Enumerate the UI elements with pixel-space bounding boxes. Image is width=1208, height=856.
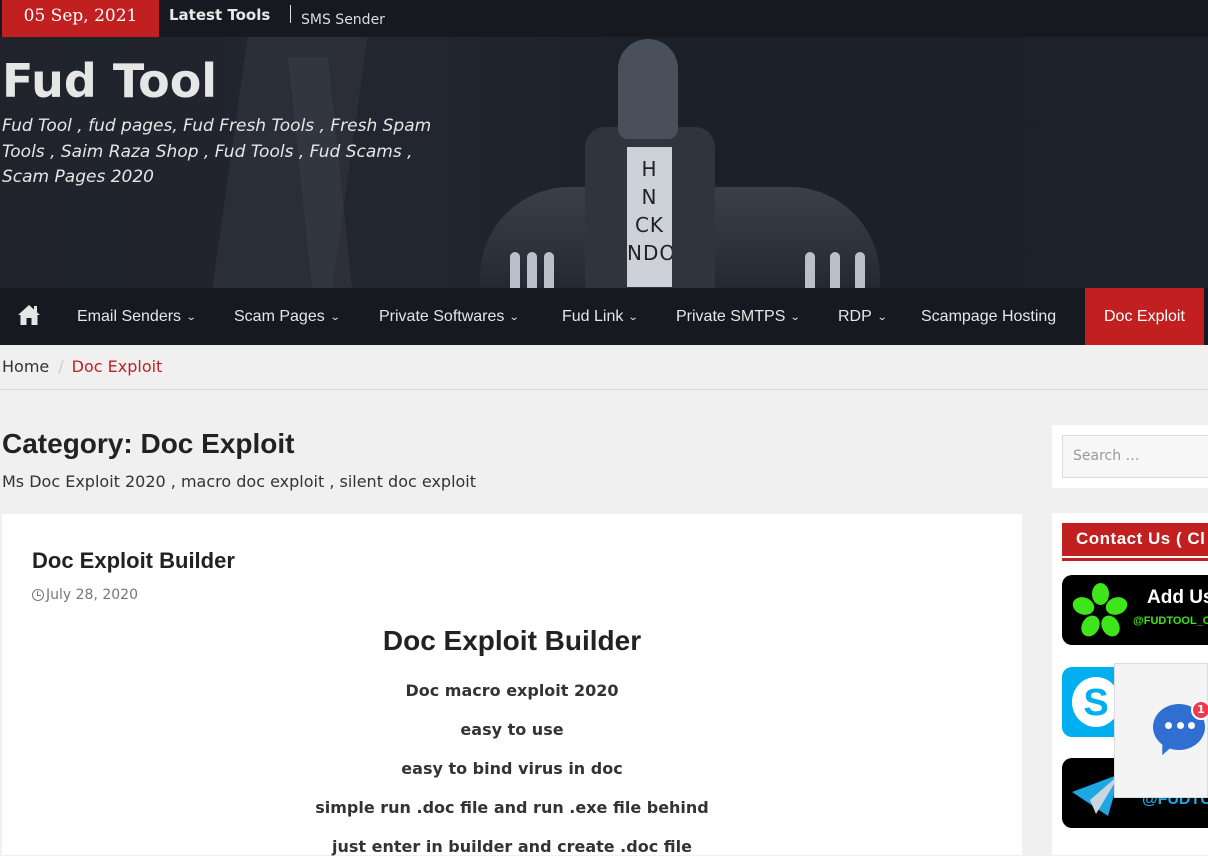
car-taillight xyxy=(805,252,815,288)
nav-item-email-senders[interactable]: Email Senders ⌄ xyxy=(77,288,197,345)
breadcrumb-separator: / xyxy=(58,357,64,376)
current-date: 05 Sep, 2021 xyxy=(2,0,159,37)
ticker-item-link[interactable]: SMS Sender xyxy=(301,9,385,29)
car-taillight xyxy=(544,252,554,288)
page-title: Category: Doc Exploit xyxy=(2,428,295,459)
breadcrumb-current: Doc Exploit xyxy=(71,357,163,376)
nav-item-label: Private Softwares xyxy=(379,308,505,325)
ticker-divider xyxy=(290,5,291,23)
nav-item-label: Private SMTPS xyxy=(676,308,786,325)
nav-item-label: Scam Pages xyxy=(234,308,325,325)
nav-item-label: Doc Exploit xyxy=(1104,308,1185,325)
nav-item-label: Email Senders xyxy=(77,308,182,325)
car-taillight xyxy=(510,252,520,288)
chevron-down-icon: ⌄ xyxy=(790,312,802,323)
home-icon[interactable] xyxy=(17,304,41,326)
car-taillight xyxy=(855,252,865,288)
post-feature-line: easy to use xyxy=(460,720,564,739)
svg-text:S: S xyxy=(1083,682,1108,724)
background-shirt-print: H N CK NDO xyxy=(627,147,672,287)
nav-item-doc-exploit[interactable]: Doc Exploit xyxy=(1085,288,1204,345)
nav-item-rdp[interactable]: RDP ⌄ xyxy=(838,288,888,345)
post-date-link[interactable]: July 28, 2020 xyxy=(46,587,138,603)
nav-item-private-softwares[interactable]: Private Softwares ⌄ xyxy=(379,288,521,345)
contact-widget-title: Contact Us ( Cl xyxy=(1062,523,1208,556)
post-feature-line: just enter in builder and create .doc fi… xyxy=(332,837,692,856)
icq-add-us-label: Add Us xyxy=(1147,587,1208,608)
post-feature-line: easy to bind virus in doc xyxy=(401,759,623,778)
title-underline xyxy=(1062,558,1208,561)
nav-item-label: RDP xyxy=(838,308,872,325)
unread-count-badge: 1 xyxy=(1191,700,1208,720)
post-title-link[interactable]: Doc Exploit Builder xyxy=(32,548,235,574)
search-widget: Search … xyxy=(1052,425,1208,488)
post-feature-line: Doc macro exploit 2020 xyxy=(405,681,619,700)
car-taillight xyxy=(527,252,537,288)
chevron-down-icon: ⌄ xyxy=(628,312,640,323)
nav-item-fud-link[interactable]: Fud Link ⌄ xyxy=(562,288,640,345)
divider xyxy=(0,389,1208,390)
nav-item-label: Scampage Hosting xyxy=(921,308,1057,325)
clock-icon xyxy=(32,589,44,601)
icq-handle: @FUDTOOL_C xyxy=(1133,615,1208,627)
post-heading: Doc Exploit Builder xyxy=(382,625,642,656)
chat-widget[interactable]: 1 xyxy=(1114,663,1208,798)
search-input[interactable]: Search … xyxy=(1062,435,1208,478)
breadcrumb: Home / Doc Exploit xyxy=(2,357,162,376)
category-description: Ms Doc Exploit 2020 , macro doc exploit … xyxy=(2,472,477,491)
post-feature-line: simple run .doc file and run .exe file b… xyxy=(315,798,709,817)
post-card: Doc Exploit Builder July 28, 2020 Doc Ex… xyxy=(2,514,1022,856)
chevron-down-icon: ⌄ xyxy=(185,312,197,323)
chevron-down-icon: ⌄ xyxy=(876,312,888,323)
icq-contact-badge[interactable]: Add Us @FUDTOOL_C xyxy=(1062,575,1208,645)
site-description: Fud Tool , fud pages, Fud Fresh Tools , … xyxy=(2,116,432,187)
nav-item-scam-pages[interactable]: Scam Pages ⌄ xyxy=(234,288,341,345)
nav-item-private-smtps[interactable]: Private SMTPS ⌄ xyxy=(676,288,802,345)
breadcrumb-home[interactable]: Home xyxy=(2,357,49,376)
icq-flower-icon xyxy=(1070,583,1130,640)
site-title[interactable]: Fud Tool xyxy=(2,54,217,108)
nav-item-scampage-hosting[interactable]: Scampage Hosting xyxy=(921,288,1056,345)
chat-dots-icon xyxy=(1165,722,1195,729)
chevron-down-icon: ⌄ xyxy=(509,312,521,323)
chevron-down-icon: ⌄ xyxy=(329,312,341,323)
background-person-hood xyxy=(618,39,678,139)
nav-item-label: Fud Link xyxy=(562,308,624,325)
latest-tools-label: Latest Tools xyxy=(169,6,271,24)
post-date: July 28, 2020 xyxy=(32,587,138,603)
top-bar: 05 Sep, 2021 Latest Tools SMS Sender xyxy=(0,0,1208,37)
car-taillight xyxy=(830,252,840,288)
main-nav: Email Senders ⌄ Scam Pages ⌄ Private Softw… xyxy=(0,288,1208,345)
